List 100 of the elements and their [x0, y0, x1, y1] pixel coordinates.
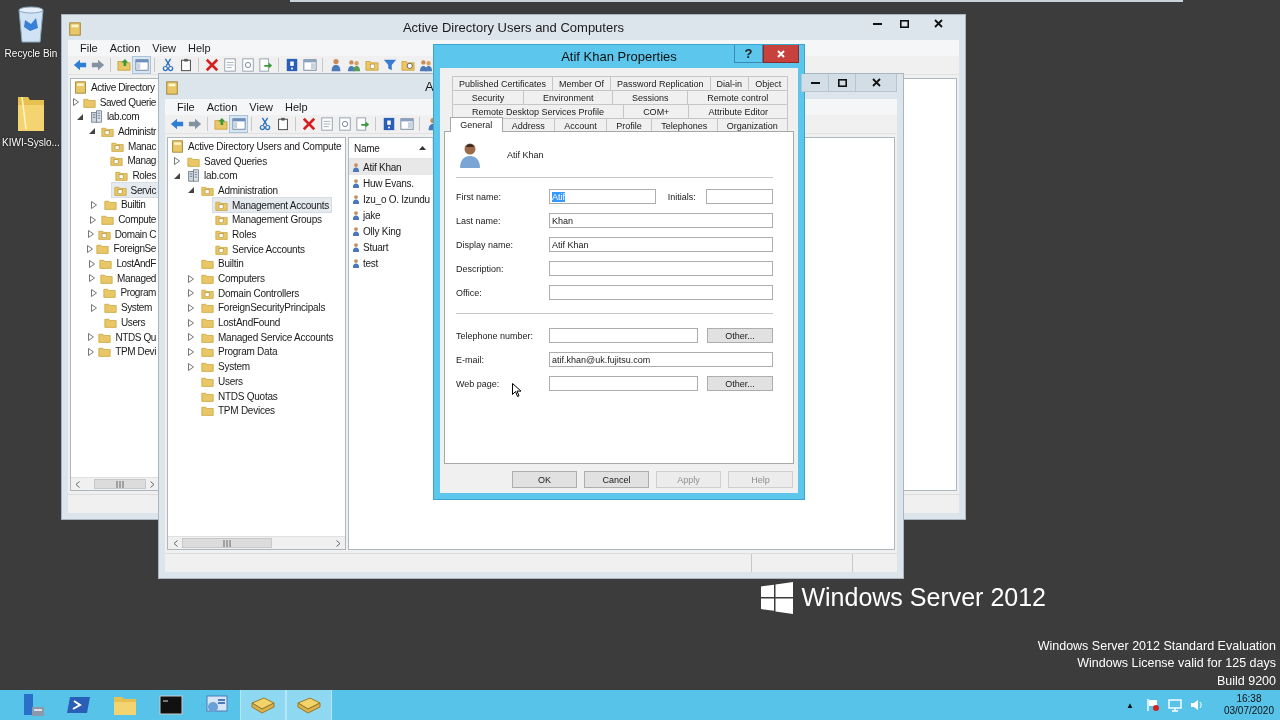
tab[interactable]: General	[450, 117, 503, 132]
tree-item[interactable]: ForeignSecurityPrincipals	[198, 299, 329, 316]
toolbar-button[interactable]	[354, 116, 371, 132]
collapsed-arrow-icon[interactable]	[87, 244, 94, 253]
tab[interactable]: Member Of	[552, 76, 612, 90]
collapsed-arrow-icon[interactable]	[174, 157, 180, 166]
input-field[interactable]	[549, 328, 698, 343]
maximize-button[interactable]	[828, 74, 856, 92]
menu-item[interactable]: Help	[181, 42, 217, 54]
tab[interactable]: Address	[501, 118, 555, 132]
input-field[interactable]: atif.khan@uk.fujitsu.com	[549, 352, 773, 367]
expanded-arrow-icon[interactable]	[188, 187, 194, 194]
menu-item[interactable]: View	[146, 42, 182, 54]
collapsed-arrow-icon[interactable]	[73, 98, 80, 107]
expanded-arrow-icon[interactable]	[77, 113, 83, 120]
minimize-button[interactable]	[801, 74, 829, 92]
toolbar-button[interactable]	[230, 116, 247, 132]
list-item[interactable]: Huw Evans.	[349, 175, 433, 191]
collapsed-arrow-icon[interactable]	[91, 200, 97, 209]
collapsed-arrow-icon[interactable]	[188, 362, 194, 371]
menu-item[interactable]: View	[243, 101, 279, 113]
input-field[interactable]	[549, 261, 773, 276]
tab[interactable]: Environment	[523, 90, 614, 104]
tab[interactable]: Object	[748, 76, 789, 90]
toolbar-button[interactable]	[417, 57, 434, 73]
other-button[interactable]: Other...	[707, 328, 773, 343]
tree-item[interactable]: Users	[198, 373, 246, 390]
tab[interactable]: Account	[554, 118, 607, 132]
tree-item[interactable]: Administr	[97, 123, 159, 140]
tree-item[interactable]: LostAndF	[96, 255, 159, 272]
tab[interactable]: Published Certificates	[452, 76, 554, 90]
tree-item[interactable]: LostAndFound	[198, 314, 284, 331]
close-button[interactable]	[763, 45, 799, 63]
tray-arrow[interactable]: ▲	[1126, 700, 1134, 710]
toolbar-button[interactable]	[115, 57, 132, 73]
tree-item[interactable]: Management Accounts	[212, 197, 332, 214]
tree-item[interactable]: Active Directory	[71, 79, 158, 96]
toolbar-button[interactable]	[203, 57, 220, 73]
toolbar-button[interactable]	[133, 57, 150, 73]
tree-item[interactable]: Service Accounts	[212, 241, 308, 258]
tab[interactable]: Attribute Editor	[688, 104, 788, 118]
tab[interactable]: Organization	[716, 118, 788, 132]
tree-item[interactable]: Program Data	[198, 343, 281, 360]
recycle-bin-icon[interactable]	[16, 4, 46, 44]
tree-item[interactable]: Program	[100, 284, 159, 301]
tree-item[interactable]: Saved Queries	[184, 153, 270, 170]
tree-item[interactable]: Management Groups	[212, 211, 325, 228]
collapsed-arrow-icon[interactable]	[188, 289, 194, 298]
toolbar-button[interactable]	[300, 116, 317, 132]
input-field[interactable]: Khan	[549, 213, 773, 228]
input-field[interactable]	[549, 285, 773, 300]
toolbar-button[interactable]	[257, 57, 274, 73]
expanded-arrow-icon[interactable]	[174, 172, 180, 179]
tab[interactable]: Sessions	[612, 90, 689, 104]
clock-date[interactable]: 03/07/2020	[1223, 705, 1274, 717]
expanded-arrow-icon[interactable]	[89, 128, 96, 135]
collapsed-arrow-icon[interactable]	[88, 347, 95, 356]
tree-item[interactable]: Servic	[110, 182, 159, 199]
tab[interactable]: Remote Desktop Services Profile	[452, 104, 625, 118]
tree-item[interactable]: Managed	[97, 270, 159, 287]
menu-item[interactable]: Action	[200, 101, 244, 113]
collapsed-arrow-icon[interactable]	[188, 333, 194, 342]
tree-item[interactable]: Managed Service Accounts	[198, 329, 337, 346]
speaker-icon[interactable]	[1189, 698, 1204, 712]
list-item[interactable]: test	[349, 255, 433, 271]
dialog-button[interactable]: Cancel	[584, 471, 649, 488]
tree-item[interactable]: lab.com	[87, 108, 143, 125]
tree-item[interactable]: Users	[101, 314, 149, 331]
collapsed-arrow-icon[interactable]	[91, 303, 97, 312]
toolbar-button[interactable]	[71, 57, 88, 73]
tree-item[interactable]: Compute	[98, 211, 159, 228]
tree-item[interactable]: Saved Querie	[79, 94, 159, 111]
input-field[interactable]	[705, 189, 773, 204]
menu-item[interactable]: File	[171, 101, 201, 113]
list-item[interactable]: jake	[349, 207, 433, 223]
collapsed-arrow-icon[interactable]	[188, 318, 194, 327]
tree-item[interactable]: Builtin	[101, 196, 149, 213]
menu-item[interactable]: Action	[103, 42, 147, 54]
toolbar-button[interactable]	[336, 116, 353, 132]
tree-item[interactable]: Manag	[107, 152, 159, 169]
collapsed-arrow-icon[interactable]	[89, 274, 96, 283]
icon-label[interactable]: KIWI-Syslo...	[2, 137, 60, 148]
tree-item[interactable]: Roles	[212, 226, 260, 243]
input-field[interactable]: Atif Khan	[549, 237, 773, 252]
tree-item[interactable]: Builtin	[198, 255, 247, 272]
collapsed-arrow-icon[interactable]	[90, 288, 97, 297]
tab[interactable]: Telephones	[651, 118, 718, 132]
tree-item[interactable]: TPM Devices	[198, 402, 278, 419]
tree-item[interactable]: System	[101, 299, 155, 316]
collapsed-arrow-icon[interactable]	[87, 230, 94, 239]
tree-item[interactable]: NTDS Quotas	[198, 388, 281, 405]
tab[interactable]: Security	[452, 90, 525, 104]
toolbar-button[interactable]	[345, 57, 362, 73]
list-item[interactable]: Olly King	[349, 223, 433, 239]
tree-item[interactable]: Manac	[108, 138, 159, 155]
tree-item[interactable]: ForeignSe	[93, 240, 159, 257]
clock-time[interactable]: 16:38	[1236, 693, 1262, 705]
menu-item[interactable]: Help	[278, 101, 314, 113]
tab[interactable]: Dial-in	[709, 76, 750, 90]
tree-item[interactable]: TPM Devi	[95, 343, 159, 360]
